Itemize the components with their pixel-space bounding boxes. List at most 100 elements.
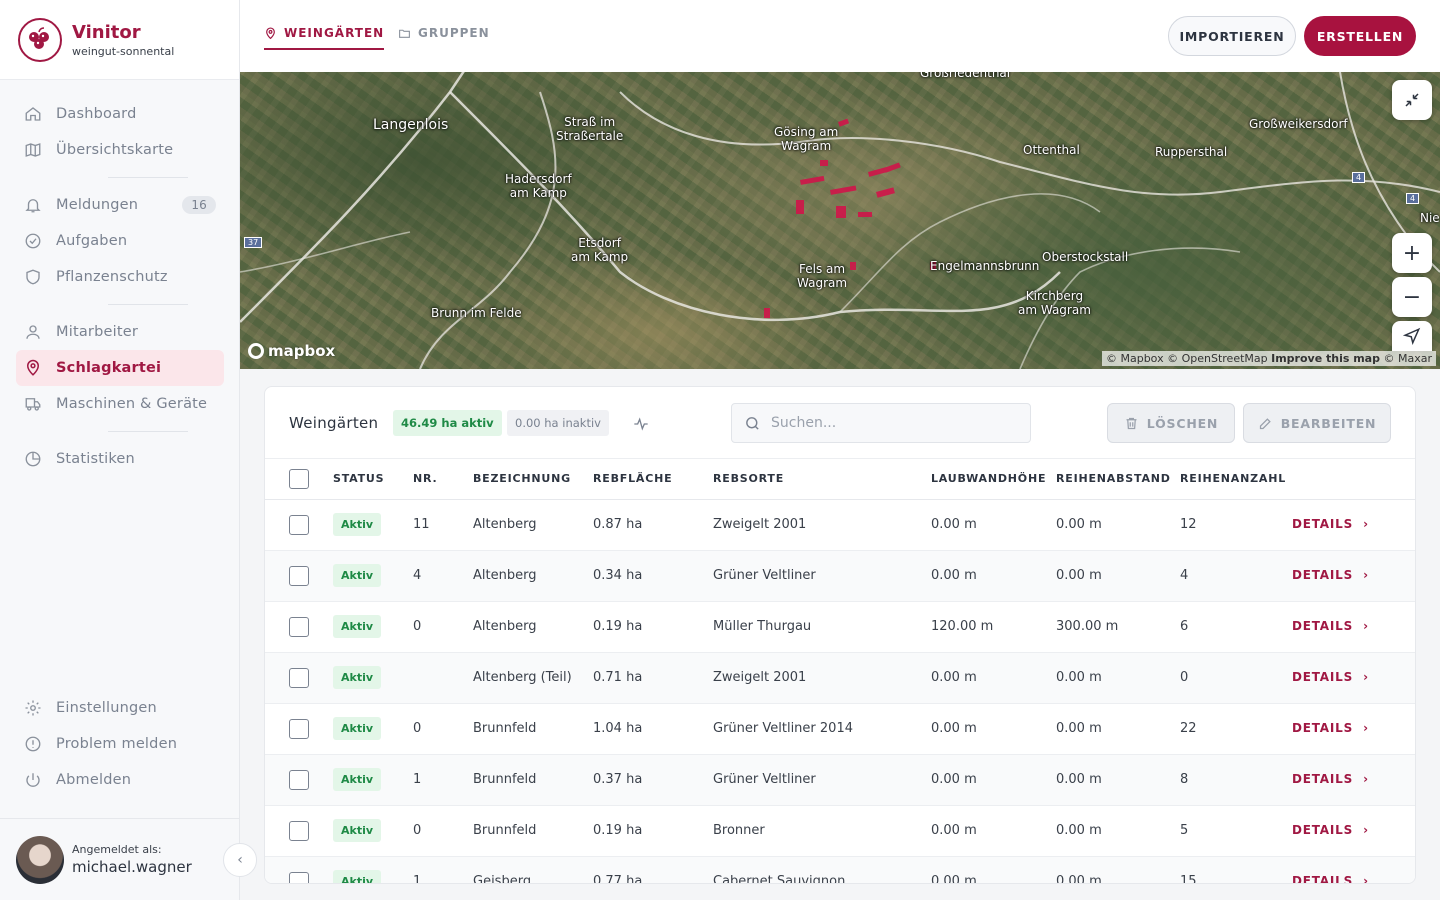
sidebar-item-employees[interactable]: Mitarbeiter [16, 314, 224, 350]
row-checkbox[interactable] [289, 820, 309, 841]
cell-variety: Bronner [713, 805, 931, 857]
status-badge: Aktiv [333, 666, 382, 689]
sidebar-item-report-problem[interactable]: Problem melden [16, 726, 224, 762]
table-row[interactable]: Aktiv 0 Brunnfeld 0.19 ha Bronner 0.00 m 0.00 … [265, 805, 1415, 857]
details-link[interactable]: DETAILS › [1292, 568, 1369, 582]
details-link[interactable]: DETAILS › [1292, 670, 1369, 684]
sidebar-item-machines[interactable]: Maschinen & Geräte [16, 386, 224, 422]
brand-subtitle: weingut-sonnental [72, 44, 175, 58]
select-all-checkbox[interactable] [289, 468, 309, 489]
tab-weingaerten[interactable]: WEINGÄRTEN [264, 26, 385, 50]
cell-nr: 1 [413, 754, 473, 806]
secondary-nav: Einstellungen Problem melden Abmelden [16, 690, 224, 798]
row-checkbox[interactable] [289, 769, 309, 790]
map-label: Gösing am Wagram [774, 125, 839, 153]
details-link[interactable]: DETAILS › [1292, 517, 1369, 531]
import-button[interactable]: IMPORTIEREN [1168, 16, 1296, 56]
chevron-right-icon: › [1363, 823, 1369, 837]
sidebar-item-logout[interactable]: Abmelden [16, 762, 224, 798]
column-header[interactable]: NR. [413, 459, 473, 500]
cell-area: 0.77 ha [593, 856, 713, 883]
sidebar-item-map[interactable]: Übersichtskarte [16, 132, 224, 168]
table-row[interactable]: Aktiv 11 Altenberg 0.87 ha Zweigelt 2001 0.00… [265, 499, 1415, 551]
attribution-mapbox[interactable]: © Mapbox [1106, 352, 1164, 365]
create-button[interactable]: ERSTELLEN [1304, 16, 1416, 56]
collapse-sidebar-button[interactable]: ‹ [223, 843, 257, 877]
tab-gruppen[interactable]: GRUPPEN [398, 26, 490, 40]
column-header[interactable]: STATUS [333, 459, 413, 500]
row-checkbox[interactable] [289, 871, 309, 883]
brand[interactable]: Vinitor weingut-sonnental [0, 0, 239, 80]
column-header[interactable]: REBSORTE [713, 459, 931, 500]
cell-count: 0 [1180, 652, 1292, 704]
mapbox-logo[interactable]: mapbox [248, 342, 335, 360]
cell-count: 8 [1180, 754, 1292, 806]
column-header[interactable]: BEZEICHNUNG [473, 459, 593, 500]
cell-variety: Zweigelt 2001 [713, 499, 931, 551]
locate-button[interactable] [1392, 321, 1432, 351]
details-link[interactable]: DETAILS › [1292, 772, 1369, 786]
current-user[interactable]: Angemeldet als: michael.wagner [0, 818, 240, 900]
power-icon [26, 773, 40, 787]
row-checkbox[interactable] [289, 667, 309, 688]
attribution-osm[interactable]: © OpenStreetMap [1167, 352, 1268, 365]
cell-height: 120.00 m [931, 601, 1056, 653]
check-circle-icon [25, 233, 41, 249]
sidebar-item-statistics[interactable]: Statistiken [16, 441, 224, 477]
column-header[interactable]: REIHENABSTAND [1056, 459, 1180, 500]
details-link[interactable]: DETAILS › [1292, 823, 1369, 837]
cell-area: 0.19 ha [593, 601, 713, 653]
cell-height: 0.00 m [931, 805, 1056, 857]
details-link[interactable]: DETAILS › [1292, 619, 1369, 633]
column-header[interactable]: LAUBWANDHÖHE [931, 459, 1056, 500]
map-label: Hadersdorf am Kamp [505, 172, 572, 200]
table-row[interactable]: Aktiv 4 Altenberg 0.34 ha Grüner Veltliner 0.… [265, 550, 1415, 602]
search-field[interactable] [731, 403, 1031, 443]
active-area-badge: 46.49 ha aktiv [393, 410, 502, 436]
column-header[interactable]: REBFLÄCHE [593, 459, 713, 500]
map-label: Langenlois [373, 117, 449, 133]
delete-button[interactable]: LÖSCHEN [1107, 403, 1235, 443]
activity-icon[interactable] [633, 416, 649, 432]
row-checkbox[interactable] [289, 718, 309, 739]
chevron-left-icon: ‹ [237, 852, 243, 868]
row-checkbox[interactable] [289, 514, 309, 535]
sidebar-item-plant-protection[interactable]: Pflanzenschutz [16, 259, 224, 295]
table-row[interactable]: Aktiv 1 Brunnfeld 0.37 ha Grüner Veltliner 0.… [265, 754, 1415, 806]
improve-map-link[interactable]: Improve this map [1271, 352, 1380, 365]
table-row[interactable]: Aktiv 0 Altenberg 0.19 ha Müller Thurgau 120.… [265, 601, 1415, 653]
map-label: Ruppersthal [1155, 145, 1228, 159]
collapse-map-button[interactable] [1392, 80, 1432, 120]
table-row[interactable]: Aktiv Altenberg (Teil) 0.71 ha Zweigelt 200… [265, 652, 1415, 704]
edit-button[interactable]: BEARBEITEN [1243, 403, 1391, 443]
row-checkbox[interactable] [289, 565, 309, 586]
sidebar-item-tasks[interactable]: Aufgaben [16, 223, 224, 259]
details-link[interactable]: DETAILS › [1292, 721, 1369, 735]
cell-height: 0.00 m [931, 703, 1056, 755]
road-shield: 37 [244, 237, 263, 248]
map[interactable]: Großriedenthal Langenlois Straß im Straß… [240, 72, 1440, 369]
cell-name: Altenberg [473, 601, 593, 653]
cell-variety: Cabernet Sauvignon [713, 856, 931, 883]
search-input[interactable] [771, 415, 1011, 431]
row-checkbox[interactable] [289, 616, 309, 637]
cell-area: 0.34 ha [593, 550, 713, 602]
chevron-right-icon: › [1363, 670, 1369, 684]
details-link[interactable]: DETAILS › [1292, 874, 1369, 883]
sidebar-item-notifications[interactable]: Meldungen 16 [16, 187, 224, 223]
cell-variety: Grüner Veltliner [713, 550, 931, 602]
details-label: DETAILS [1292, 721, 1354, 735]
cell-name: Altenberg (Teil) [473, 652, 593, 704]
attribution-maxar[interactable]: © Maxar [1383, 352, 1432, 365]
sidebar-item-settings[interactable]: Einstellungen [16, 690, 224, 726]
sidebar-item-dashboard[interactable]: Dashboard [16, 96, 224, 132]
table-row[interactable]: Aktiv 1 Geisberg 0.77 ha Cabernet Sauvignon 0… [265, 856, 1415, 883]
zoom-out-button[interactable]: − [1392, 277, 1432, 317]
sidebar-item-schlagkartei[interactable]: Schlagkartei [16, 350, 224, 386]
zoom-in-button[interactable]: + [1392, 233, 1432, 273]
cell-area: 0.87 ha [593, 499, 713, 551]
details-label: DETAILS [1292, 823, 1354, 837]
table-row[interactable]: Aktiv 0 Brunnfeld 1.04 ha Grüner Veltliner 2… [265, 703, 1415, 755]
column-header[interactable]: REIHENANZAHL [1180, 459, 1292, 500]
table-header-row: STATUS NR. BEZEICHNUNG REBFLÄCHE REBSORT… [265, 459, 1415, 500]
